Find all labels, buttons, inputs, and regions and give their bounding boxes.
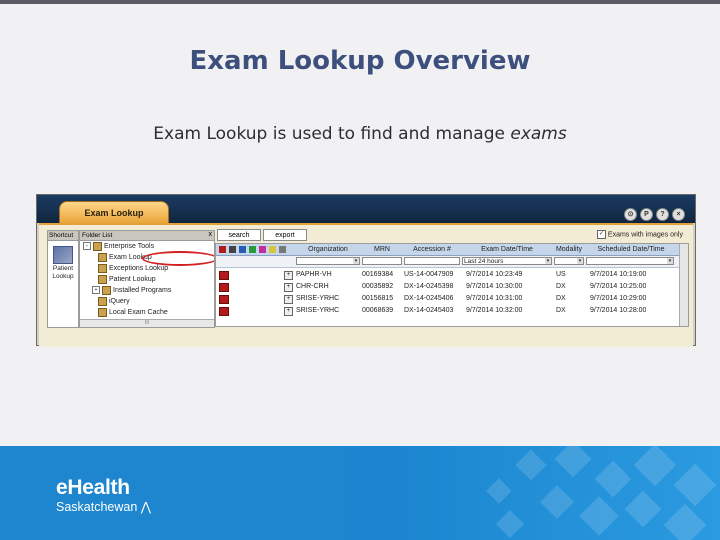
exam-icon xyxy=(219,283,229,292)
expand-icon[interactable]: + xyxy=(284,271,293,280)
tree-item-enterprise-tools[interactable]: − Enterprise Tools xyxy=(80,241,214,252)
shortcut-panel: Shortcut Patient Lookup xyxy=(47,230,79,328)
patient-lookup-icon[interactable] xyxy=(53,246,73,264)
grid-scrollbar[interactable] xyxy=(679,244,688,326)
collapse-icon[interactable]: − xyxy=(83,242,91,251)
filter-scheduled[interactable]: ▾ xyxy=(586,257,674,265)
exam-icon xyxy=(219,295,229,304)
window-titlebar: Exam Lookup ⊙ P? × xyxy=(37,195,695,223)
close-icon[interactable]: x xyxy=(209,231,213,238)
exam-grid-area: search export ✓ Exams with images only Or… xyxy=(215,229,689,327)
tree-item-local-exam-cache[interactable]: Local Exam Cache xyxy=(80,307,214,318)
col-exam-date[interactable]: Exam Date/Time xyxy=(462,244,552,255)
subtitle-emphasis: exams xyxy=(510,124,567,144)
app-screenshot: Exam Lookup ⊙ P? × Shortcut Patient Lookup … xyxy=(36,194,696,347)
expand-icon[interactable]: + xyxy=(284,295,293,304)
chevron-down-icon: ▾ xyxy=(577,258,583,264)
chevron-down-icon: ▾ xyxy=(545,258,551,264)
highlight-circle xyxy=(142,251,214,266)
col-scheduled[interactable]: Scheduled Date/Time xyxy=(586,244,676,255)
footer-band: eHealth Saskatchewan ⋀ xyxy=(0,446,720,540)
logo-subtitle: Saskatchewan ⋀ xyxy=(56,500,152,514)
settings-icon[interactable]: ⊙ xyxy=(624,208,637,221)
ehealth-logo: eHealth Saskatchewan ⋀ xyxy=(56,476,151,514)
filter-organization[interactable]: ▾ xyxy=(296,257,360,265)
grid-header-row: Organization MRN Accession # Exam Date/T… xyxy=(216,244,688,256)
col-mrn[interactable]: MRN xyxy=(362,244,402,255)
patient-icon xyxy=(98,274,107,284)
tree-scrollbar[interactable]: III xyxy=(80,319,214,327)
report-icon xyxy=(279,246,286,253)
col-organization[interactable]: Organization xyxy=(296,244,360,255)
table-row[interactable]: + CHR-CRH 00035892 DX-14-0245398 9/7/201… xyxy=(216,281,688,292)
tree-item-iquery[interactable]: iQuery xyxy=(80,296,214,307)
folder-icon xyxy=(93,241,102,251)
folder-list-header: Folder List x xyxy=(80,231,214,241)
tab-exam-lookup[interactable]: Exam Lookup xyxy=(59,201,169,223)
shortcut-patient-lookup[interactable]: Patient Lookup xyxy=(48,265,78,281)
close-icon[interactable]: × xyxy=(672,208,685,221)
slide-title: Exam Lookup Overview xyxy=(189,46,531,76)
filter-exam-date[interactable]: Last 24 hours ▾ xyxy=(462,257,552,265)
wheat-icon: ⋀ xyxy=(140,500,152,514)
exam-lookup-icon xyxy=(98,252,107,262)
col-modality[interactable]: Modality xyxy=(552,244,586,255)
expand-icon[interactable]: + xyxy=(284,307,293,316)
chevron-down-icon: ▾ xyxy=(667,258,673,264)
pencil-icon xyxy=(239,246,246,253)
check-icon xyxy=(249,246,256,253)
shortcut-header: Shortcut xyxy=(48,231,78,241)
note-icon xyxy=(269,246,276,253)
tree-item-installed-programs[interactable]: + Installed Programs xyxy=(80,285,214,296)
grid-filter-row: ▾ Last 24 hours ▾ ▾ ▾ xyxy=(216,256,688,268)
images-only-checkbox[interactable]: ✓ Exams with images only xyxy=(596,230,683,239)
programs-icon xyxy=(102,285,111,295)
cache-icon xyxy=(98,307,107,317)
col-accession[interactable]: Accession # xyxy=(404,244,460,255)
pin-icon[interactable]: P xyxy=(640,208,653,221)
chevron-down-icon: ▾ xyxy=(353,258,359,264)
export-button[interactable]: export xyxy=(263,229,307,241)
exam-icon xyxy=(219,246,226,253)
flag-icon xyxy=(259,246,266,253)
table-row[interactable]: + PAPHR-VH 00169384 US-14-0047909 9/7/20… xyxy=(216,269,688,280)
logo-wordmark: eHealth xyxy=(56,476,130,499)
search-button[interactable]: search xyxy=(217,229,261,241)
expand-icon[interactable]: + xyxy=(92,286,100,295)
lock-icon xyxy=(229,246,236,253)
help-icon[interactable]: ? xyxy=(656,208,669,221)
subtitle-text: Exam Lookup is used to find and manage xyxy=(153,124,511,144)
slide-subtitle: Exam Lookup is used to find and manage e… xyxy=(0,124,720,144)
top-rule xyxy=(0,0,720,4)
filter-modality[interactable]: ▾ xyxy=(554,257,584,265)
tree-item-patient-lookup[interactable]: Patient Lookup xyxy=(80,274,214,285)
table-row[interactable]: + SRISE-YRHC 00156815 DX-14-0245406 9/7/… xyxy=(216,293,688,304)
filter-mrn[interactable] xyxy=(362,257,402,265)
exceptions-icon xyxy=(98,263,107,273)
expand-icon[interactable]: + xyxy=(284,283,293,292)
window-body: Shortcut Patient Lookup Folder List x − Ent… xyxy=(39,223,693,347)
exam-grid: Organization MRN Accession # Exam Date/T… xyxy=(215,243,689,327)
exam-icon xyxy=(219,307,229,316)
folder-list: Folder List x − Enterprise Tools Exam Look… xyxy=(79,230,215,328)
iquery-icon xyxy=(98,296,107,306)
checkbox-box[interactable]: ✓ xyxy=(596,230,606,239)
filter-accession[interactable] xyxy=(404,257,460,265)
window-controls: ⊙ P? × xyxy=(621,203,685,221)
exam-icon xyxy=(219,271,229,280)
table-row[interactable]: + SRISE-YRHC 00068639 DX-14-0245403 9/7/… xyxy=(216,305,688,316)
